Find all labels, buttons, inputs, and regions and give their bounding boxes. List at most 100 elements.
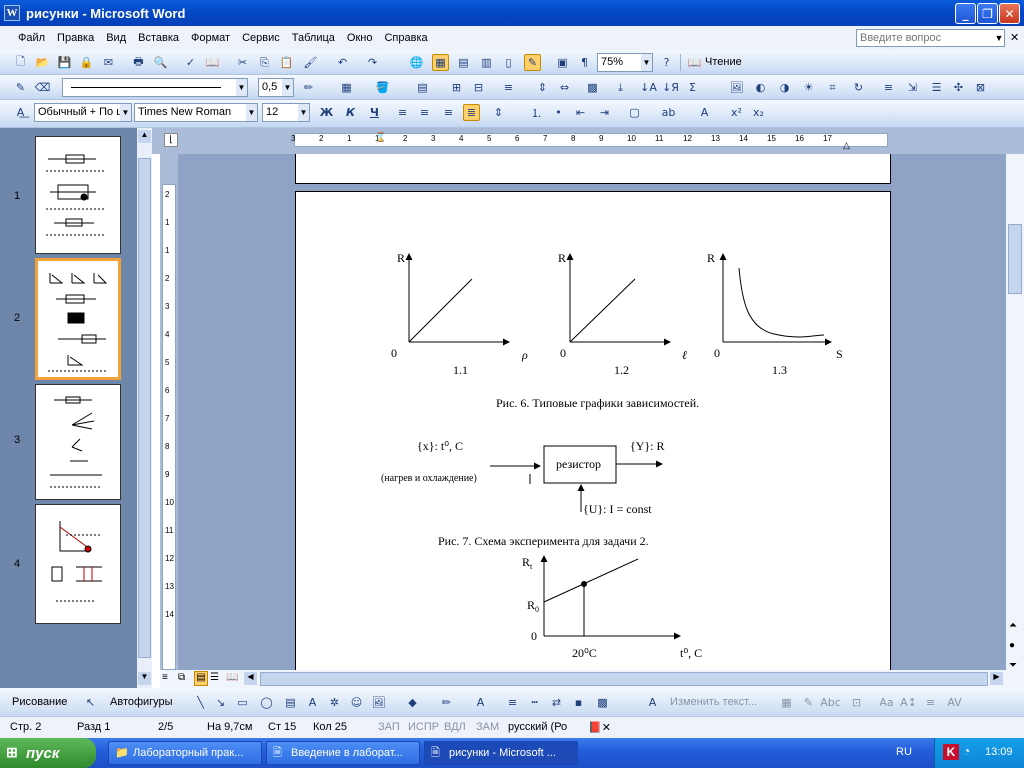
wordart-gallery-icon[interactable]: ▦ [778, 694, 795, 711]
bullets-icon[interactable]: • [550, 104, 567, 121]
tray-app-icon[interactable]: ◔ [963, 744, 970, 758]
justify-icon[interactable]: ≣ [463, 104, 480, 121]
spelling-status-icon[interactable]: 📕✕ [588, 721, 611, 734]
styles-pane-icon[interactable]: A͟ [12, 104, 29, 121]
research-icon[interactable]: 📖 [204, 54, 221, 71]
paste-icon[interactable]: 📋 [278, 54, 295, 71]
maximize-button[interactable]: ❐ [977, 3, 998, 24]
menu-insert[interactable]: Вставка [132, 32, 185, 44]
show-hide-icon[interactable]: ¶ [576, 54, 593, 71]
bold-button[interactable]: Ж [318, 104, 335, 121]
format-picture-icon[interactable]: ✣ [950, 79, 967, 96]
style-dropdown-icon[interactable]: ▼ [120, 104, 131, 121]
3d-icon[interactable]: ▩ [594, 694, 611, 711]
menu-edit[interactable]: Правка [51, 32, 100, 44]
sort-asc-icon[interactable]: ↓A [640, 79, 657, 96]
open-icon[interactable]: 📂 [34, 54, 51, 71]
underline-button[interactable]: Ч [366, 104, 383, 121]
vertical-scrollbar[interactable]: ⏶ ● ⏷ [1006, 154, 1024, 688]
increase-indent-icon[interactable]: ⇥ [596, 104, 613, 121]
autoformat-icon[interactable]: ▩ [584, 79, 601, 96]
shading-icon[interactable]: 🪣 [374, 79, 391, 96]
print-icon[interactable]: 🖶 [130, 54, 147, 71]
crop-icon[interactable]: ⌗ [824, 79, 841, 96]
font-color-draw-icon[interactable]: A [472, 694, 489, 711]
font-select[interactable]: Times New Roman ▼ [134, 103, 258, 122]
rectangle-tool-icon[interactable]: ▭ [234, 694, 251, 711]
wordart-icon[interactable]: A [304, 694, 321, 711]
menu-view[interactable]: Вид [100, 32, 132, 44]
antivirus-icon[interactable]: K [943, 744, 959, 760]
format-wordart-icon[interactable]: ✎ [800, 694, 817, 711]
scroll-left-icon[interactable]: ◀ [244, 672, 257, 685]
align-cell-icon[interactable]: ≡ [500, 79, 517, 96]
permission-icon[interactable]: 🔒 [78, 54, 95, 71]
email-icon[interactable]: ✉ [100, 54, 117, 71]
thumb-scroll-down-icon[interactable]: ▼ [138, 672, 151, 685]
minimize-button[interactable]: _ [955, 3, 976, 24]
distribute-cols-icon[interactable]: ⇔ [556, 79, 573, 96]
reading-view-icon[interactable]: 📖 [226, 672, 238, 683]
font-color-icon[interactable]: A [696, 104, 713, 121]
close-button[interactable]: ✕ [999, 3, 1020, 24]
cut-icon[interactable]: ✂ [234, 54, 251, 71]
reset-picture-icon[interactable]: ⊠ [972, 79, 989, 96]
menu-file[interactable]: Файл [0, 32, 51, 44]
start-button[interactable]: ⊞ пуск [0, 738, 96, 768]
scroll-right-icon[interactable]: ▶ [990, 672, 1003, 685]
font-dropdown-icon[interactable]: ▼ [246, 104, 257, 121]
thumbnails-scrollbar[interactable]: ▲ ▼ [137, 128, 152, 688]
edit-text-button[interactable]: Изменить текст... [670, 696, 757, 708]
status-extend[interactable]: ВДЛ [444, 721, 466, 733]
ask-dropdown-icon[interactable]: ▼ [993, 29, 1005, 47]
next-page-icon[interactable]: ⏷ [1009, 660, 1017, 671]
clipart-icon[interactable]: ☺ [348, 694, 365, 711]
horizontal-scroll-thumb[interactable] [260, 672, 988, 686]
drawing-icon[interactable]: ✎ [524, 54, 541, 71]
line-weight-icon[interactable]: ≡ [504, 694, 521, 711]
zoom-dropdown-icon[interactable]: ▼ [641, 54, 652, 71]
font-size-dropdown-icon[interactable]: ▼ [298, 104, 309, 121]
arrow-style-icon[interactable]: ⇄ [548, 694, 565, 711]
reading-button[interactable]: Чтение [705, 56, 742, 68]
thumb-scroll-thumb[interactable] [138, 158, 151, 658]
border-color-icon[interactable]: ✏ [300, 79, 317, 96]
new-document-icon[interactable]: 🗋 [12, 54, 29, 71]
page-thumbnail-3[interactable] [35, 384, 121, 500]
wordart-shape-icon[interactable]: Abc [820, 694, 841, 711]
normal-view-icon[interactable]: ≡ [162, 672, 168, 683]
rotate-icon[interactable]: ↻ [850, 79, 867, 96]
right-indent-marker[interactable]: △ [843, 140, 850, 151]
vertical-text-icon[interactable]: A↕ [900, 694, 917, 711]
line-style-select[interactable]: ▼ [62, 78, 248, 97]
columns-icon[interactable]: ▯ [500, 54, 517, 71]
numbering-icon[interactable]: ⒈ [528, 104, 545, 121]
distribute-rows-icon[interactable]: ⇕ [534, 79, 551, 96]
dash-style-icon[interactable]: ┅ [526, 694, 543, 711]
same-height-icon[interactable]: Aa [878, 694, 895, 711]
redo-icon[interactable]: ↷ [364, 54, 381, 71]
help-icon[interactable]: ? [658, 54, 675, 71]
char-spacing-icon[interactable]: AV [946, 694, 963, 711]
subscript-icon[interactable]: x₂ [750, 104, 767, 121]
draw-table-icon[interactable]: ✎ [12, 79, 29, 96]
tables-borders-icon[interactable]: ▦ [432, 54, 449, 71]
superscript-icon[interactable]: x² [728, 104, 745, 121]
sort-desc-icon[interactable]: ↓Я [662, 79, 679, 96]
hyperlink-icon[interactable]: 🌐 [408, 54, 425, 71]
arrow-tool-icon[interactable]: ↘ [212, 694, 229, 711]
taskbar-item-risunki[interactable]: 🗎 рисунки - Microsoft ... [424, 741, 578, 765]
line-style-dropdown-icon[interactable]: ▼ [236, 79, 247, 96]
brightness-icon[interactable]: ☀ [800, 79, 817, 96]
page-thumbnail-1[interactable] [35, 136, 121, 254]
decrease-indent-icon[interactable]: ⇤ [572, 104, 589, 121]
autoshapes-button[interactable]: Автофигуры [110, 696, 173, 708]
status-record-macro[interactable]: ЗАП [378, 721, 400, 733]
outline-view-icon[interactable]: ☰ [210, 672, 219, 683]
read-icon[interactable]: 📖 [686, 54, 703, 71]
insert-table2-icon[interactable]: ▤ [414, 79, 431, 96]
taskbar-item-intro[interactable]: 🗎 Введение в лаборат... [266, 741, 420, 765]
text-wrapping-icon[interactable]: ⊡ [848, 694, 865, 711]
page-thumbnail-4[interactable] [35, 504, 121, 624]
vertical-scroll-thumb[interactable] [1008, 224, 1022, 294]
